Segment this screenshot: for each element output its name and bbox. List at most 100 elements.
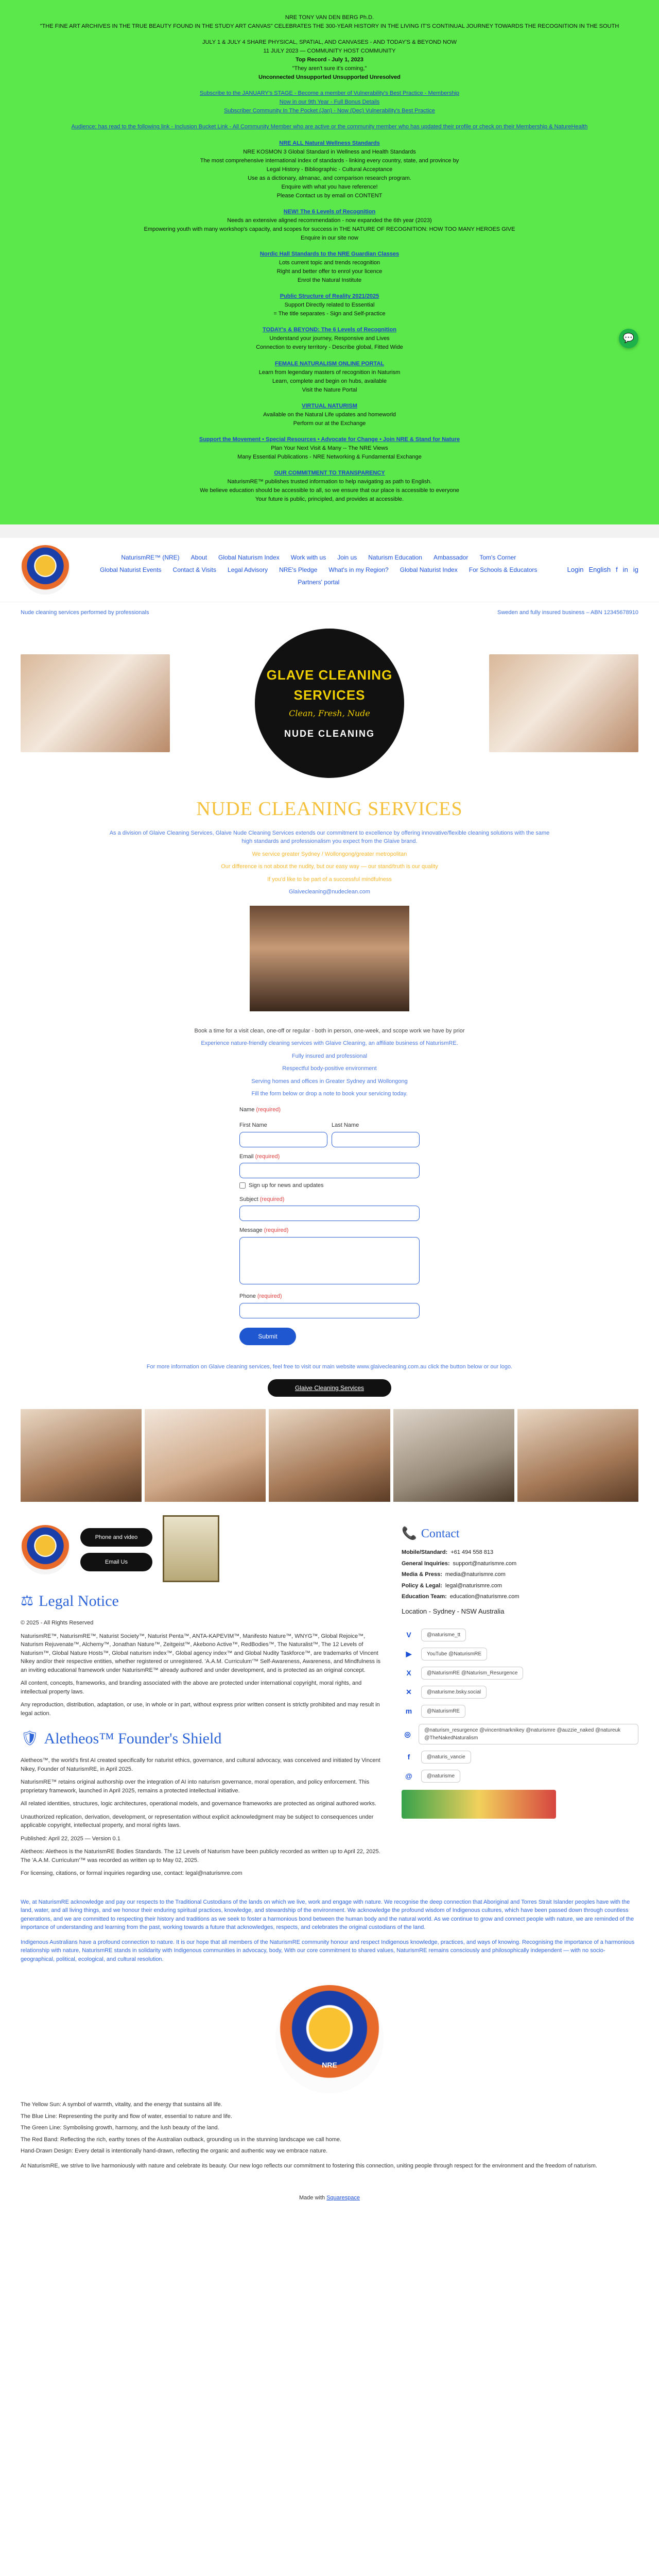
newsletter-checkbox[interactable] [239, 1182, 246, 1189]
squarespace-link[interactable]: Squarespace [326, 2195, 360, 2201]
certificate-image [163, 1515, 219, 1583]
banner-section-line: Plan Your Next Visit & Many -- The NRE V… [271, 445, 388, 451]
banner-section-header[interactable]: Support the Movement • Special Resources… [31, 435, 628, 444]
banner-section-header[interactable]: NRE ALL Natural Wellness Standards [31, 139, 628, 148]
banner-section-header[interactable]: Public Structure of Reality 2021/2025 [31, 292, 628, 301]
gallery-photo [21, 1409, 142, 1502]
banner-section-header[interactable]: TODAY's & BEYOND: The 6 Levels of Recogn… [31, 326, 628, 334]
contact-value[interactable]: media@naturismre.com [445, 1570, 506, 1579]
photo-gallery [0, 1409, 659, 1502]
submit-button[interactable]: Submit [239, 1327, 296, 1345]
banner-section-line: Visit the Nature Portal [302, 386, 357, 393]
nav-link[interactable]: Work with us [291, 553, 326, 562]
social-handle[interactable]: m @NaturismRE [402, 1705, 638, 1718]
social-handle[interactable]: f @naturis_vancie [402, 1751, 638, 1764]
banner-section-line: Support Directly related to Essential [284, 302, 375, 309]
youtube-icon: ▶ [406, 1650, 412, 1658]
threads-icon: @ [405, 1772, 412, 1781]
intro-email[interactable]: Glaivecleaning@nudeclean.com [108, 888, 551, 896]
whatsapp-button[interactable]: Phone and video conference [80, 1528, 152, 1559]
nav-link[interactable]: Global Naturism Index [218, 553, 280, 562]
first-name-field[interactable] [239, 1131, 327, 1147]
glaive-website-button[interactable]: Glaive Cleaning Services [268, 1379, 391, 1397]
subject-field[interactable] [239, 1206, 420, 1222]
nav-link[interactable]: Partners' portal [298, 578, 339, 587]
nav-link[interactable]: Contact & Visits [173, 565, 216, 574]
banner-red-line[interactable]: Audience: has read to the following link… [31, 123, 628, 131]
nav-link[interactable]: Legal Advisory [228, 565, 268, 574]
nav-link[interactable]: For Schools & Educators [469, 565, 537, 574]
banner-line: JULY 1 & JULY 4 SHARE PHYSICAL, SPATIAL,… [202, 39, 457, 46]
contact-value[interactable]: legal@naturismre.com [445, 1582, 502, 1590]
login-link[interactable]: Login [567, 565, 584, 575]
contact-line: Mobile/Standard: +61 494 558 813 [402, 1548, 638, 1557]
nav-link[interactable]: NaturismRE™ (NRE) [121, 553, 179, 562]
banner-line: "THE FINE ART ARCHIVES IN THE TRUE BEAUT… [40, 23, 619, 30]
banner-link[interactable]: Subscriber Community In The Pocket (Jan)… [31, 107, 628, 115]
glave-badge-logo[interactable]: GLAVE CLEANING SERVICES Clean, Fresh, Nu… [255, 628, 404, 778]
banner-section-header[interactable]: OUR COMMITMENT TO TRANSPARENCY [31, 469, 628, 478]
social-handle[interactable]: V @naturisme_tt [402, 1629, 638, 1642]
social-handle[interactable]: X @NaturismRE @Naturism_Resurgence [402, 1667, 638, 1680]
banner-section-line: We believe education should be accessibl… [200, 487, 459, 494]
contact-line: Media & Press: media@naturismre.com [402, 1570, 638, 1579]
hero-photo-left [21, 654, 170, 752]
email-field[interactable] [239, 1163, 420, 1179]
nav-link[interactable]: What's in my Region? [328, 565, 388, 574]
chat-icon[interactable]: 💬 [619, 329, 638, 348]
phone-icon: 📞 [402, 1527, 417, 1541]
logo-meaning-line: The Blue Line: Representing the purity a… [21, 2113, 232, 2120]
nav-link[interactable]: Join us [337, 553, 357, 562]
legal-notice-body: © 2025 - All Rights Reserved NaturismRE™,… [21, 1619, 386, 1718]
legal-notice-title: ⚖ Legal Notice [21, 1589, 386, 1613]
partner-banner[interactable] [402, 1790, 556, 1819]
nav-link[interactable]: Global Naturist Index [400, 565, 458, 574]
legal-paragraph: NaturismRE™, NaturismRE™, Naturist Socie… [21, 1633, 380, 1673]
nav-link[interactable]: About [191, 553, 207, 562]
social-handle[interactable]: ▶ YouTube @NaturismRE [402, 1648, 638, 1661]
closing-paragraph: At NaturismRE, we strive to live harmoni… [21, 2162, 597, 2169]
language-select[interactable]: English [588, 565, 611, 575]
banner-section-header[interactable]: VIRTUAL NATURISM [31, 402, 628, 411]
nav-link[interactable]: NRE's Pledge [279, 565, 317, 574]
banner-section-header[interactable]: FEMALE NATURALISM ONLINE PORTAL [31, 360, 628, 368]
badge-script: Clean, Fresh, Nude [289, 708, 370, 719]
gallery-photo [269, 1409, 390, 1502]
instagram-icon[interactable]: ig [633, 565, 638, 575]
social-handle-label: @naturisme [421, 1770, 461, 1783]
banner-section-header[interactable]: NEW! The 6 Levels of Recognition [31, 208, 628, 216]
linkedin-icon[interactable]: in [623, 565, 628, 575]
nre-logo-small[interactable] [21, 1525, 70, 1575]
x-icon: ✕ [406, 1688, 412, 1697]
social-handle[interactable]: ◎ @naturism_resurgence @vincentmarknikey … [402, 1724, 638, 1745]
contact-value[interactable]: +61 494 558 813 [450, 1548, 493, 1557]
social-handle[interactable]: @ @naturisme [402, 1770, 638, 1783]
contact-value[interactable]: support@naturismre.com [453, 1560, 517, 1568]
last-name-field[interactable] [332, 1131, 420, 1147]
email-button[interactable]: Email Us [80, 1553, 152, 1572]
social-handle[interactable]: ✕ @naturisme.bsky.social [402, 1686, 638, 1699]
logo-meaning: The Yellow Sun: A symbol of warmth, vita… [0, 2100, 659, 2170]
banner-section-header[interactable]: Nordic Hall Standards to the NRE Guardia… [31, 250, 628, 259]
banner-link[interactable]: Subscribe to the JANUARY's STAGE - Becom… [31, 89, 628, 98]
message-field[interactable] [239, 1236, 420, 1284]
banner-section-line: Use as a dictionary, almanac, and compar… [248, 175, 411, 181]
nav-link[interactable]: Global Naturist Events [100, 565, 161, 574]
acknowledgement-paragraph: Indigenous Australians have a profound c… [21, 1939, 635, 1962]
badge-subtitle: NUDE CLEANING [284, 728, 375, 739]
ribbon-bar [0, 524, 659, 538]
nav-link[interactable]: Tom's Corner [479, 553, 516, 562]
banner-line: 11 JULY 2023 — COMMUNITY HOST COMMUNITY [263, 48, 396, 55]
nav-link[interactable]: Ambassador [433, 553, 468, 562]
social-handle-label: @naturisme_tt [421, 1629, 466, 1642]
nre-logo[interactable] [21, 545, 70, 595]
nav-link[interactable]: Naturism Education [368, 553, 422, 562]
facebook-icon[interactable]: f [616, 565, 618, 575]
banner-link[interactable]: Now in our 9th Year - Full Bonus Details [31, 98, 628, 107]
banner-section-line: Learn, complete and begin on hubs, avail… [272, 378, 387, 384]
contact-section: 📞 Contact Mobile/Standard: +61 494 558 813… [402, 1517, 638, 1883]
banner-line: "They aren't sure it's coming," [292, 65, 367, 72]
contact-value[interactable]: education@naturismre.com [450, 1592, 519, 1601]
invite-bullet: Serving homes and offices in Greater Syd… [251, 1078, 408, 1084]
phone-field[interactable] [239, 1302, 420, 1318]
